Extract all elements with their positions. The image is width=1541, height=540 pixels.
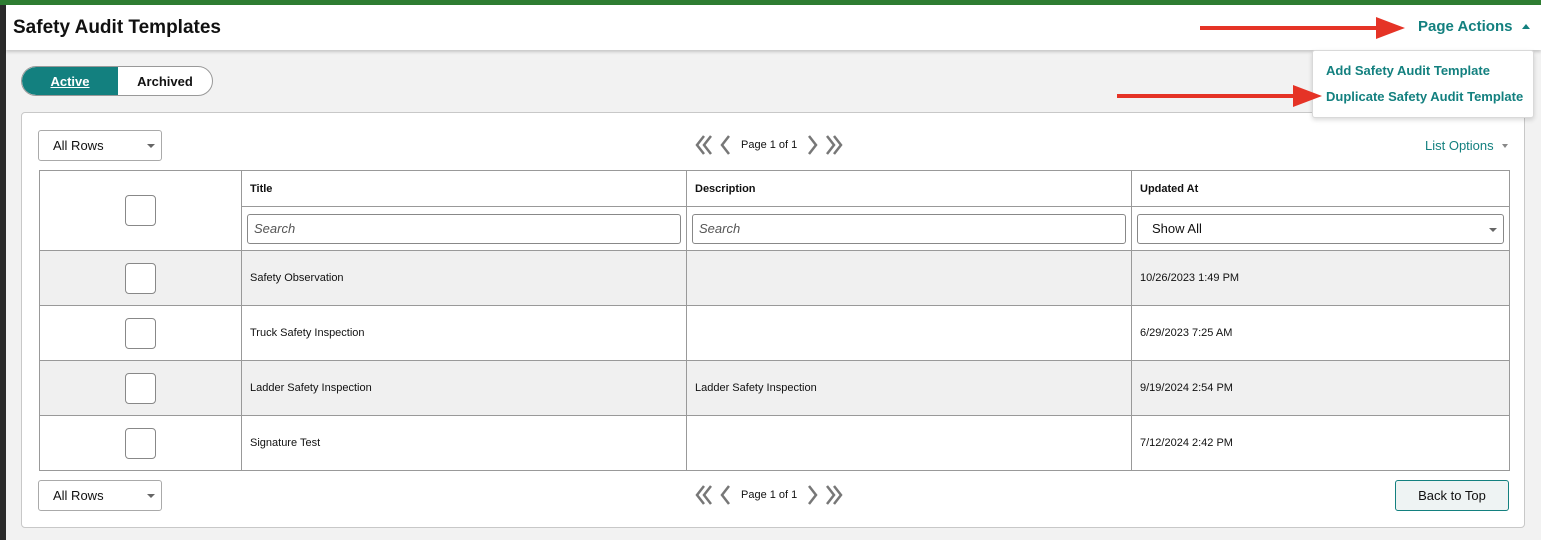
page-indicator: Page 1 of 1 (741, 489, 798, 501)
next-page-icon[interactable] (807, 134, 819, 156)
rows-per-page-select-top[interactable]: All Rows (38, 130, 162, 161)
rows-per-page-value: All Rows (53, 138, 104, 153)
row-checkbox[interactable] (125, 427, 156, 459)
first-page-icon[interactable] (695, 134, 713, 156)
row-title[interactable]: Safety Observation (241, 250, 687, 306)
duplicate-safety-audit-template-item[interactable]: Duplicate Safety Audit Template (1326, 89, 1523, 104)
updated-at-filter-select[interactable]: Show All (1137, 213, 1504, 244)
chevron-down-icon (1501, 143, 1508, 148)
first-page-icon[interactable] (695, 484, 713, 506)
last-page-icon[interactable] (825, 134, 843, 156)
pagination-bottom: Page 1 of 1 (695, 484, 843, 506)
column-header-updated-at[interactable]: Updated At (1131, 170, 1510, 207)
row-title[interactable]: Truck Safety Inspection (241, 305, 687, 361)
last-page-icon[interactable] (825, 484, 843, 506)
description-search-input[interactable] (692, 213, 1126, 244)
rows-per-page-value: All Rows (53, 488, 104, 503)
page-actions-label: Page Actions (1418, 18, 1513, 35)
row-select-cell (39, 360, 242, 416)
row-select-cell (39, 250, 242, 306)
page-actions-menu: Add Safety Audit Template Duplicate Safe… (1312, 50, 1534, 118)
row-checkbox[interactable] (125, 372, 156, 404)
active-tab[interactable]: Active (22, 67, 118, 95)
row-checkbox[interactable] (125, 317, 156, 349)
description-filter-cell (686, 206, 1132, 251)
table-row[interactable]: Signature Test 7/12/2024 2:42 PM (39, 415, 1510, 471)
list-panel: All Rows Page 1 of 1 List Options Title … (21, 112, 1525, 528)
annotation-arrow-icon (1200, 17, 1405, 39)
updated-at-filter-value: Show All (1152, 221, 1202, 236)
title-filter-cell (241, 206, 687, 251)
window-left-edge (0, 0, 6, 540)
row-description (686, 415, 1132, 471)
table-row[interactable]: Safety Observation 10/26/2023 1:49 PM (39, 250, 1510, 306)
page-indicator: Page 1 of 1 (741, 139, 798, 151)
previous-page-icon[interactable] (719, 134, 731, 156)
row-description (686, 305, 1132, 361)
pagination-top: Page 1 of 1 (695, 134, 843, 156)
chevron-down-icon (147, 494, 155, 498)
add-safety-audit-template-item[interactable]: Add Safety Audit Template (1326, 63, 1490, 78)
row-select-cell (39, 305, 242, 361)
previous-page-icon[interactable] (719, 484, 731, 506)
select-all-cell (39, 170, 242, 251)
row-updated-at: 10/26/2023 1:49 PM (1131, 250, 1510, 306)
back-to-top-button[interactable]: Back to Top (1395, 480, 1509, 511)
templates-table: Title Description Updated At Show All Sa… (39, 170, 1510, 471)
list-options-label: List Options (1425, 138, 1494, 153)
row-description: Ladder Safety Inspection (686, 360, 1132, 416)
row-updated-at: 9/19/2024 2:54 PM (1131, 360, 1510, 416)
table-row[interactable]: Ladder Safety Inspection Ladder Safety I… (39, 360, 1510, 416)
chevron-down-icon (147, 144, 155, 148)
page-actions-button[interactable]: Page Actions (1418, 18, 1531, 35)
table-row[interactable]: Truck Safety Inspection 6/29/2023 7:25 A… (39, 305, 1510, 361)
row-select-cell (39, 415, 242, 471)
row-updated-at: 7/12/2024 2:42 PM (1131, 415, 1510, 471)
updated-at-filter-cell: Show All (1131, 206, 1510, 251)
row-title[interactable]: Ladder Safety Inspection (241, 360, 687, 416)
page-title: Safety Audit Templates (13, 17, 221, 38)
column-header-description[interactable]: Description (686, 170, 1132, 207)
row-description (686, 250, 1132, 306)
row-updated-at: 6/29/2023 7:25 AM (1131, 305, 1510, 361)
rows-per-page-select-bottom[interactable]: All Rows (38, 480, 162, 511)
next-page-icon[interactable] (807, 484, 819, 506)
archived-tab[interactable]: Archived (118, 67, 212, 95)
row-title[interactable]: Signature Test (241, 415, 687, 471)
column-header-title[interactable]: Title (241, 170, 687, 207)
annotation-arrow-icon (1117, 85, 1322, 107)
select-all-checkbox[interactable] (125, 195, 156, 226)
chevron-down-icon (1489, 227, 1497, 232)
caret-up-icon (1522, 24, 1531, 29)
row-checkbox[interactable] (125, 262, 156, 294)
status-toggle: Active Archived (21, 66, 213, 96)
list-options-button[interactable]: List Options (1425, 138, 1508, 153)
title-search-input[interactable] (247, 213, 681, 244)
